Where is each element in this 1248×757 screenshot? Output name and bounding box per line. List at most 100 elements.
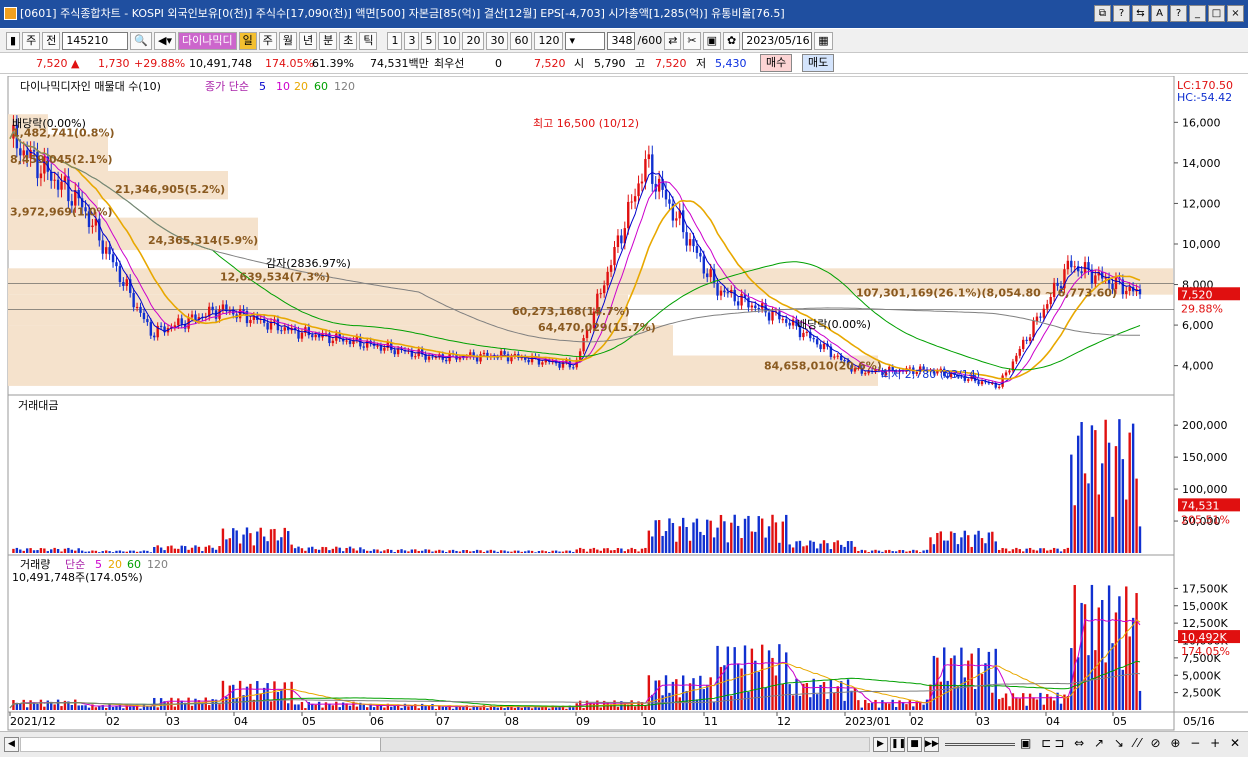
- amount-bar: [36, 550, 39, 553]
- volume-bar: [1028, 693, 1032, 710]
- amount-bar: [228, 538, 232, 553]
- candle-body: [122, 282, 125, 286]
- amount-bar: [355, 550, 359, 553]
- close-button[interactable]: ×: [1227, 5, 1244, 22]
- candle-body: [977, 381, 980, 385]
- help-icon[interactable]: ?: [1113, 5, 1130, 22]
- question-icon[interactable]: ?: [1170, 5, 1187, 22]
- volume-bar: [293, 704, 297, 710]
- amount-bar: [709, 520, 712, 553]
- stop-icon[interactable]: ■: [907, 737, 922, 752]
- link-icon[interactable]: ⇆: [1132, 5, 1149, 22]
- stock-chart[interactable]: 16,00014,00012,00010,0008,0006,0004,0007…: [0, 75, 1248, 731]
- interval-120[interactable]: 120: [534, 31, 564, 50]
- market-select[interactable]: 주: [22, 31, 41, 50]
- speaker-icon[interactable]: ◀▾: [154, 31, 176, 50]
- chart-area[interactable]: 16,000 14,000 12,000 10,000 8,000 6,000 4,000 7…: [0, 75, 1248, 731]
- tab-week[interactable]: 주: [258, 31, 277, 50]
- stock-code-input[interactable]: 145210: [62, 31, 129, 50]
- amount-bar: [115, 550, 118, 553]
- amount-bar: [1083, 473, 1087, 553]
- amount-bar: [1121, 459, 1125, 553]
- interval-3[interactable]: 3: [404, 31, 420, 50]
- scroll-left-icon[interactable]: ◀: [4, 737, 19, 752]
- amount-bar: [592, 547, 596, 553]
- chart-type-icon[interactable]: ▮: [6, 31, 21, 50]
- pause-icon[interactable]: ❚❚: [890, 737, 906, 752]
- candle-body: [836, 355, 839, 357]
- amount-bar: [297, 546, 300, 553]
- volume-bar: [331, 705, 335, 710]
- interval-10[interactable]: 10: [438, 31, 461, 50]
- speed-slider[interactable]: [945, 743, 1015, 746]
- interval-30[interactable]: 30: [486, 31, 509, 50]
- stock-name[interactable]: 다이나믹디: [178, 31, 237, 50]
- buy-button[interactable]: 매수: [760, 54, 793, 72]
- transfer-icon[interactable]: ⇄: [664, 31, 682, 50]
- search-icon[interactable]: 🔍: [130, 31, 153, 50]
- candle-body: [32, 150, 36, 152]
- volume-bar: [867, 703, 870, 710]
- candle-body: [506, 354, 510, 362]
- interval-1[interactable]: 1: [387, 31, 403, 50]
- tab-minute[interactable]: 분: [319, 31, 338, 50]
- minimize-button[interactable]: _: [1189, 5, 1206, 22]
- price-legend-name: 다이나믹디자인 매물대 수(10): [20, 80, 161, 93]
- volume-bar: [1046, 694, 1049, 710]
- zoom-tools[interactable]: ▣ ⊏⊐ ⇔ ↗ ↘ ⁄⁄ ⊘ ⊕ − + ✕: [1020, 736, 1243, 750]
- amount-bar: [448, 550, 451, 553]
- prev-button[interactable]: 전: [42, 31, 61, 50]
- candle-body: [396, 348, 400, 355]
- amount-bar: [77, 548, 80, 553]
- interval-5[interactable]: 5: [421, 31, 437, 50]
- tab-day[interactable]: 일: [238, 31, 257, 50]
- x-tick-label: 11: [704, 715, 718, 728]
- amount-bar: [877, 550, 881, 553]
- volume-bar: [785, 652, 788, 710]
- date-input[interactable]: 2023/05/16: [742, 31, 813, 50]
- volume-bar: [149, 706, 153, 710]
- amount-bar: [602, 548, 606, 553]
- interval-20[interactable]: 20: [462, 31, 485, 50]
- count-input[interactable]: 348: [607, 31, 636, 50]
- amount-bar: [352, 548, 355, 553]
- amount-bar: [67, 547, 70, 553]
- amount-bar: [108, 551, 111, 553]
- amount-bar: [798, 540, 802, 553]
- tab-tick[interactable]: 틱: [359, 31, 378, 50]
- play-icon[interactable]: ▶: [873, 737, 888, 752]
- horizontal-scrollbar[interactable]: [20, 737, 870, 752]
- amount-bar: [390, 549, 393, 553]
- amount-bar: [465, 549, 469, 553]
- last-price-pct: 29.88%: [1181, 302, 1223, 315]
- amount-bar: [1114, 446, 1118, 553]
- amount-bar: [1087, 483, 1090, 553]
- maximize-button[interactable]: □: [1208, 5, 1225, 22]
- volume-profile-label: 107,301,169(26.1%)(8,054.80 ~ 6,773.60): [856, 287, 1117, 300]
- calendar-icon[interactable]: ▦: [814, 31, 833, 50]
- sell-button[interactable]: 매도: [802, 54, 835, 72]
- tab-second[interactable]: 초: [339, 31, 358, 50]
- interval-60[interactable]: 60: [510, 31, 533, 50]
- amount-bar: [918, 552, 922, 553]
- amount-bar: [1011, 549, 1015, 553]
- candle-body: [633, 196, 637, 202]
- tab-year[interactable]: 년: [298, 31, 318, 50]
- settings-icon[interactable]: ✿: [723, 31, 741, 50]
- candle-body: [190, 314, 194, 318]
- candle-body: [414, 356, 417, 358]
- scrollbar-thumb[interactable]: [21, 738, 381, 751]
- tab-month[interactable]: 월: [278, 31, 297, 50]
- fast-forward-icon[interactable]: ▶▶: [924, 737, 939, 752]
- amount-bar: [53, 547, 56, 553]
- custom-interval-input[interactable]: ▾: [565, 31, 606, 50]
- amount-bar: [232, 528, 235, 553]
- font-icon[interactable]: A: [1151, 5, 1168, 22]
- amount-bar: [39, 548, 43, 553]
- volume-bar: [372, 707, 376, 710]
- save-icon[interactable]: ▣: [702, 31, 722, 50]
- tools-icon[interactable]: ✂: [683, 31, 701, 50]
- volume-bar: [235, 698, 238, 710]
- cascade-icon[interactable]: ⧉: [1094, 5, 1111, 22]
- volume-bar: [888, 703, 891, 710]
